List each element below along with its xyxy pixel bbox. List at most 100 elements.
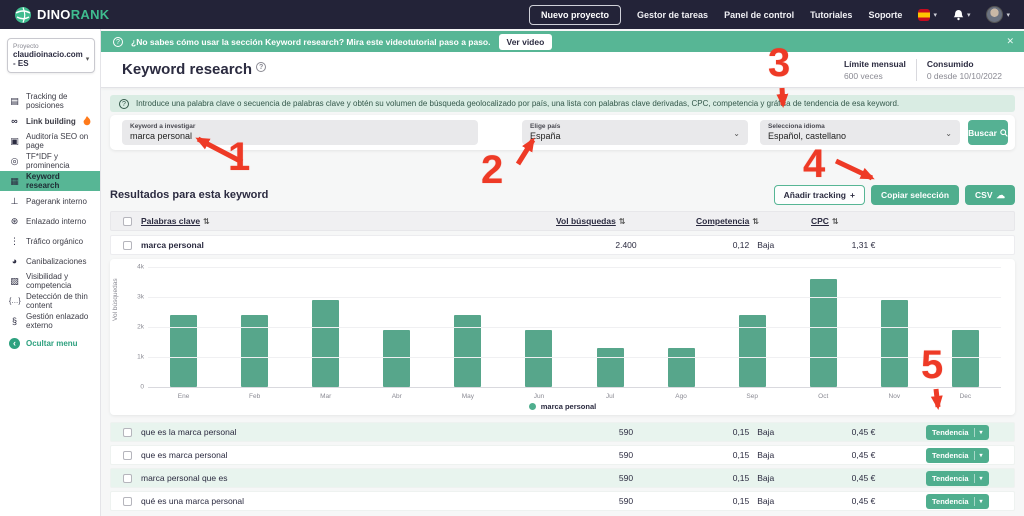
sort-icon: ⇅ (831, 216, 839, 226)
copy-selection-button[interactable]: Copiar selección (870, 185, 960, 205)
sidebar-item-thin-content[interactable]: {…} Detección de thin content (0, 291, 100, 311)
trend-button[interactable]: Tendencia ▾ (926, 424, 989, 440)
row-checkbox[interactable] (123, 427, 132, 437)
sidebar-item-label: Auditoría SEO on page (26, 132, 89, 150)
sidebar-item-canibalizaciones[interactable]: ◕ Canibalizaciones (0, 251, 100, 271)
search-button[interactable]: Buscar (968, 120, 1008, 145)
column-header-keyword[interactable]: Palabras clave ⇅ (141, 216, 556, 226)
spain-flag-icon (918, 8, 931, 21)
bar-oct[interactable] (809, 279, 837, 387)
column-header-competition[interactable]: Competencia ⇅ (696, 216, 811, 226)
x-tick-label: Feb (249, 393, 261, 400)
consumed: Consumido 0 desde 10/10/2022 (915, 58, 1012, 81)
sidebar-item-enlazado-interno[interactable]: ⊛ Enlazado interno (0, 211, 100, 231)
traffic-light-icon: ⋮ (10, 235, 19, 246)
nav-control-panel[interactable]: Panel de control (724, 10, 794, 20)
bar-feb[interactable] (241, 315, 269, 387)
x-tick-label: Mar (320, 393, 332, 400)
sidebar: Proyecto claudioinacio.com - ES ▾ ▤ Trac… (0, 29, 101, 516)
y-tick-label: 1k (137, 353, 144, 361)
sidebar-item-keyword-research[interactable]: ▦ Keyword research (0, 171, 100, 191)
row-checkbox[interactable] (123, 450, 132, 460)
collapse-arrow-icon: ‹ (9, 337, 20, 349)
network-icon: ⊛ (10, 215, 19, 226)
sidebar-item-link-building[interactable]: ∞ Link building (0, 111, 100, 131)
content: ? Introduce una palabra clave o secuenci… (101, 95, 1024, 511)
sidebar-item-tfidf[interactable]: ◎ TF*IDF y prominencia (0, 151, 100, 171)
gridline (148, 387, 1001, 388)
trend-button[interactable]: Tendencia ▾ (926, 470, 989, 486)
trend-button[interactable]: Tendencia ▾ (926, 493, 989, 509)
sidebar-item-visibilidad[interactable]: ▨ Visibilidad y competencia (0, 271, 100, 291)
language-flag-selector[interactable]: ▾ (918, 8, 937, 21)
close-icon[interactable]: ✕ (1006, 36, 1014, 47)
keyword-cell: qué es una marca personal (141, 496, 245, 506)
chart-legend: marca personal (110, 402, 1015, 411)
user-avatar (986, 6, 1004, 23)
column-header-cpc[interactable]: CPC ⇅ (811, 216, 916, 226)
sidebar-item-trafico-organico[interactable]: ⋮ Tráfico orgánico (0, 231, 100, 251)
sidebar-menu: ▤ Tracking de posiciones ∞ Link building… (0, 91, 100, 353)
project-selector[interactable]: Proyecto claudioinacio.com - ES ▾ (7, 38, 95, 73)
bar-jul[interactable] (596, 348, 624, 387)
table-row-main-keyword: marca personal 2.400 0,12 Baja 1,31 € (110, 235, 1015, 255)
trend-button[interactable]: Tendencia ▾ (926, 447, 989, 463)
sidebar-item-auditoria-seo[interactable]: ▣ Auditoría SEO on page (0, 131, 100, 151)
results-actions: Añadir tracking + Copiar selección CSV ☁ (773, 185, 1015, 205)
consumed-value: 0 desde 10/10/2022 (926, 70, 1002, 81)
row-checkbox[interactable] (123, 473, 132, 483)
bar-mar[interactable] (312, 300, 340, 387)
chevron-down-icon: ▾ (966, 11, 971, 19)
language-select[interactable]: Selecciona idioma Español, castellano ⌄ (760, 120, 960, 145)
notifications-menu[interactable]: ▾ (953, 9, 971, 21)
y-tick-label: 3k (137, 293, 144, 301)
cpc-cell: 0,45 € (851, 496, 876, 506)
sidebar-item-label: Tracking de posiciones (26, 92, 68, 110)
country-select[interactable]: Elige país España ⌄ (522, 120, 748, 145)
info-circle-icon[interactable]: ? (256, 62, 267, 72)
bar-jun[interactable] (525, 330, 553, 387)
competition-cell: 0,15 Baja (732, 473, 775, 483)
sidebar-item-gestion-enlazado-externo[interactable]: § Gestión enlazado externo (0, 311, 100, 331)
nav-tutorials[interactable]: Tutoriales (810, 10, 852, 20)
x-tick-label: Ene (177, 393, 190, 400)
add-tracking-button[interactable]: Añadir tracking + (773, 185, 865, 205)
select-all-checkbox[interactable] (123, 216, 132, 226)
user-menu[interactable]: ▾ (986, 6, 1010, 23)
hide-menu-button[interactable]: ‹ Ocultar menu (0, 333, 100, 353)
row-checkbox[interactable] (123, 240, 132, 250)
audit-page-icon: ▣ (10, 135, 19, 146)
link-icon: ∞ (11, 116, 18, 126)
results-table-header: Palabras clave ⇅ Vol búsquedas ⇅ Compete… (110, 211, 1015, 231)
x-tick-label: Oct (818, 393, 829, 400)
external-links-icon: § (11, 316, 17, 326)
y-axis-label: Vol búsquedas (112, 278, 119, 321)
bar-may[interactable] (454, 315, 482, 387)
bar-ene[interactable] (170, 315, 198, 387)
sort-icon: ⇅ (203, 216, 210, 226)
visibility-chart-icon: ▨ (10, 275, 19, 286)
keyword-input[interactable]: Keyword a investigar marca personal (122, 120, 478, 145)
bar-nov[interactable] (880, 300, 908, 387)
watch-video-button[interactable]: Ver video (498, 33, 553, 50)
row-checkbox[interactable] (123, 496, 132, 506)
nav-task-manager[interactable]: Gestor de tareas (637, 10, 708, 20)
dinorank-logo[interactable]: DINORANK (14, 6, 109, 24)
x-tick-label: Abr (391, 393, 402, 400)
new-project-button[interactable]: Nuevo proyecto (529, 4, 622, 25)
keyword-cell: marca personal (141, 240, 204, 250)
csv-export-button[interactable]: CSV ☁ (965, 185, 1015, 205)
sidebar-item-pagerank-interno[interactable]: ⊥ Pagerank interno (0, 191, 100, 211)
column-header-volume[interactable]: Vol búsquedas ⇅ (556, 216, 696, 226)
bar-dec[interactable] (951, 330, 979, 387)
bar-ago[interactable] (667, 348, 695, 387)
derived-keywords-table: que es la marca personal 590 0,15 Baja 0,… (110, 422, 1015, 511)
bar-sep[interactable] (738, 315, 766, 387)
dinorank-globe-icon (15, 6, 31, 23)
question-circle-icon: ? (113, 36, 123, 47)
pacman-icon: ◕ (11, 256, 18, 266)
sidebar-item-tracking-posiciones[interactable]: ▤ Tracking de posiciones (0, 91, 100, 111)
bar-abr[interactable] (383, 330, 411, 387)
chevron-down-icon: ▾ (979, 498, 983, 505)
nav-support[interactable]: Soporte (868, 10, 902, 20)
